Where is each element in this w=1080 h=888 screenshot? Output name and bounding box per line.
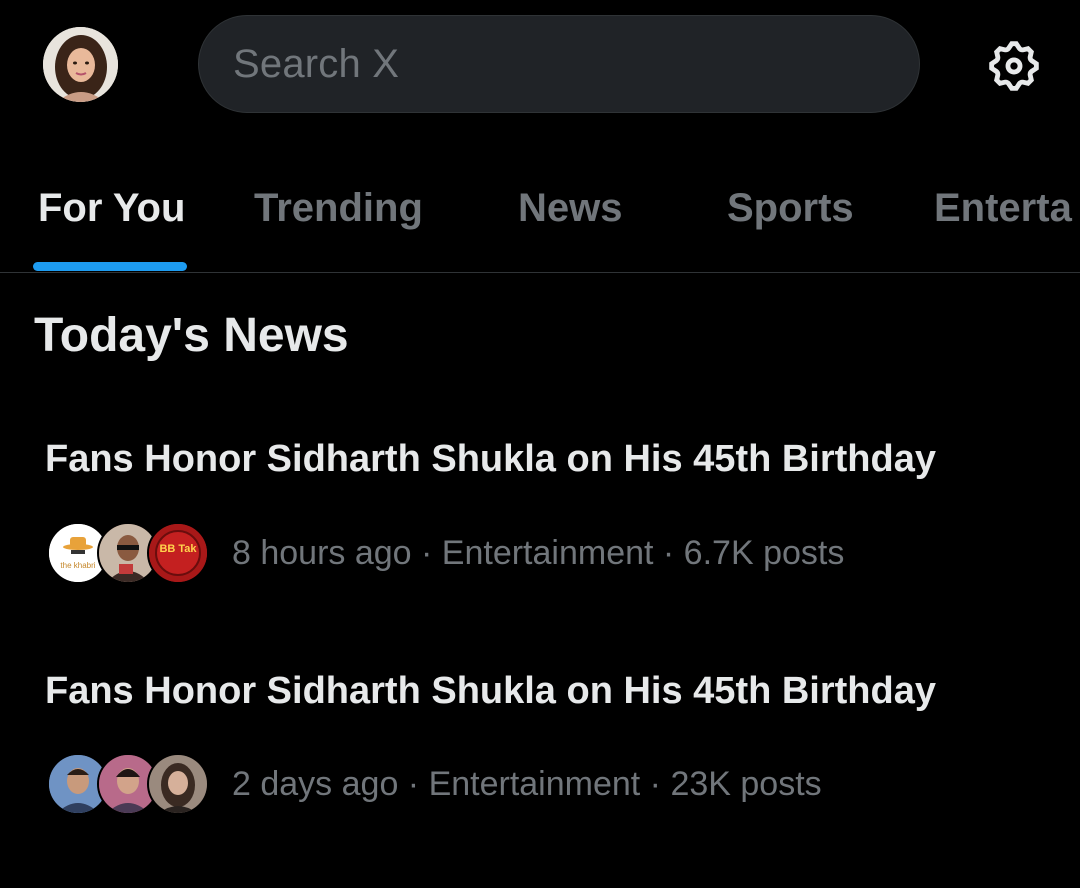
active-tab-indicator [33,262,187,271]
person-avatar-icon [149,755,207,813]
tab-trending[interactable]: Trending [254,186,423,231]
source-avatar-person [147,753,209,815]
profile-avatar[interactable] [43,27,118,102]
source-avatar-bb-tak: BB Tak [147,522,209,584]
search-placeholder: Search X [233,41,400,86]
search-input[interactable]: Search X [198,15,920,113]
explore-tabs: For You Trending News Sports Enterta [0,150,1080,272]
news-story-title[interactable]: Fans Honor Sidharth Shukla on His 45th B… [45,670,936,713]
gear-icon [989,41,1039,91]
avatar-image [43,27,118,102]
tab-entertainment[interactable]: Enterta [934,186,1072,231]
story-avatars [47,753,209,815]
tabs-divider [0,272,1080,273]
khabri-logo-text: the khabri [60,561,95,570]
news-story-title[interactable]: Fans Honor Sidharth Shukla on His 45th B… [45,438,936,481]
story-avatars: the khabri BB Tak [47,522,209,584]
news-story-meta: 2 days ago · Entertainment · 23K posts [232,765,822,803]
bb-tak-logo-icon: BB Tak [149,524,207,582]
tab-news[interactable]: News [518,186,623,231]
tab-for-you[interactable]: For You [38,186,185,231]
settings-button[interactable] [984,36,1044,96]
section-title: Today's News [34,309,349,362]
bb-tak-logo-text: BB Tak [159,543,197,555]
news-story-meta: 8 hours ago · Entertainment · 6.7K posts [232,534,845,572]
tab-sports[interactable]: Sports [727,186,854,231]
explore-screen: Search X For You Trending News Sports En… [0,0,1080,888]
